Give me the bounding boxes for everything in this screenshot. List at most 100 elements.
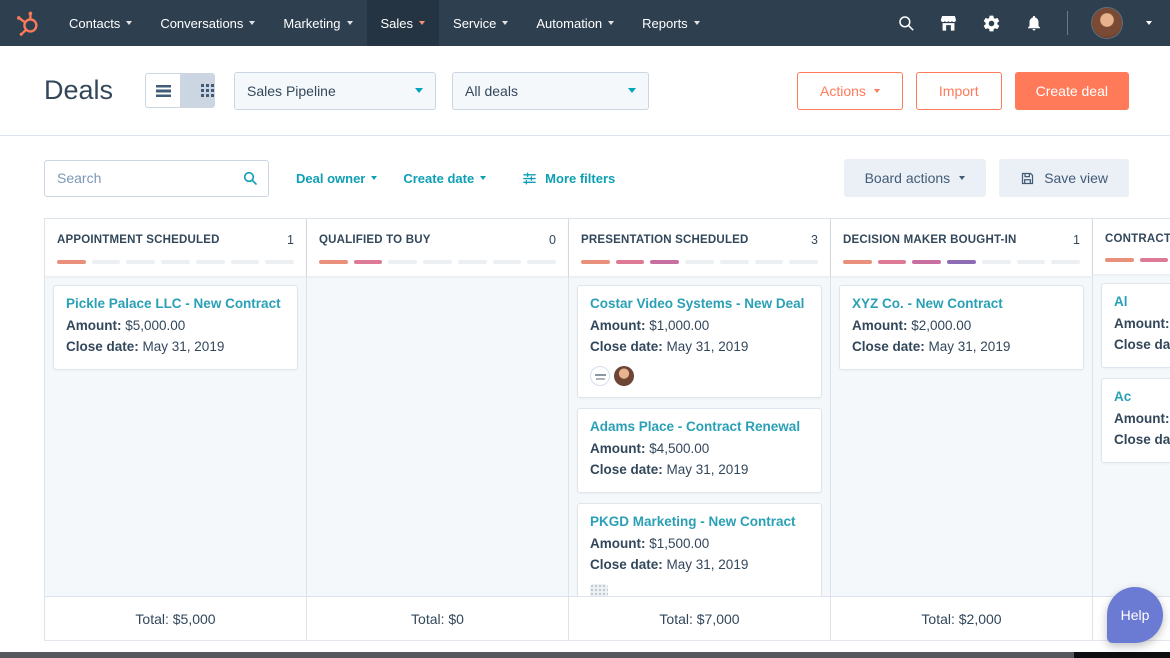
- horizontal-scrollbar[interactable]: [0, 652, 1170, 658]
- nav-item-marketing[interactable]: Marketing: [269, 0, 366, 46]
- grid-icon: [201, 84, 204, 87]
- create-date-filter-label: Create date: [403, 171, 474, 186]
- chevron-down-icon: [415, 88, 423, 93]
- deal-title-link[interactable]: Ac: [1114, 389, 1170, 404]
- stage-segment: [1105, 258, 1134, 262]
- deal-card[interactable]: Pickle Palace LLC - New Contract Amount: …: [53, 285, 298, 370]
- deal-card[interactable]: PKGD Marketing - New ContractAmount: $1,…: [577, 503, 822, 596]
- search-icon: [242, 170, 258, 186]
- close-date-label: Close date:: [852, 339, 925, 354]
- nav-item-label: Reports: [642, 16, 688, 31]
- view-toggle: [145, 73, 215, 108]
- user-avatar[interactable]: [1092, 8, 1122, 38]
- import-button[interactable]: Import: [916, 72, 1002, 110]
- column-title-row: DECISION MAKER BOUGHT-IN1: [843, 233, 1080, 247]
- board-actions-button[interactable]: Board actions: [844, 159, 987, 197]
- top-navigation: Contacts Conversations Marketing SalesServi…: [0, 0, 1170, 46]
- deals-view-select[interactable]: All deals: [452, 72, 649, 110]
- amount-label: Amount:: [590, 441, 645, 456]
- nav-utility-area: [897, 8, 1152, 38]
- pipeline-select[interactable]: Sales Pipeline: [234, 72, 436, 110]
- search-icon[interactable]: [897, 14, 915, 32]
- close-date-label: Close date:: [590, 557, 663, 572]
- deal-title-link[interactable]: Costar Video Systems - New Deal: [590, 296, 809, 311]
- settings-icon[interactable]: [982, 14, 1001, 33]
- nav-item-label: Marketing: [283, 16, 340, 31]
- deal-board: APPOINTMENT SCHEDULED 1 Pickle Palace LLC …: [44, 218, 1170, 641]
- stage-progress: [581, 260, 818, 264]
- nav-item-label: Contacts: [69, 16, 120, 31]
- stage-segment: [319, 260, 348, 264]
- nav-item-conversations[interactable]: Conversations: [146, 0, 269, 46]
- deal-amount-line: Amount:: [1114, 314, 1170, 335]
- amount-label: Amount:: [590, 536, 645, 551]
- deal-close-date-line: Close date: May 31, 2019: [66, 337, 285, 358]
- search-input[interactable]: [57, 170, 242, 186]
- stage-segment: [1051, 260, 1080, 264]
- bottom-bar-dark-segment: [1074, 652, 1170, 658]
- nav-item-automation[interactable]: Automation: [522, 0, 628, 46]
- column-header: CONTRACT SENT: [1093, 219, 1170, 274]
- chevron-down-icon: [126, 21, 132, 25]
- hubspot-logo[interactable]: [14, 10, 41, 37]
- deal-title-link[interactable]: XYZ Co. - New Contract: [852, 296, 1071, 311]
- column-cards: [307, 276, 568, 596]
- stage-segment: [720, 260, 749, 264]
- nav-item-contacts[interactable]: Contacts: [55, 0, 146, 46]
- card-avatars: [590, 584, 809, 596]
- column-name: QUALIFIED TO BUY: [319, 234, 431, 246]
- deal-close-date-line: Close date: May 31, 2019: [590, 337, 809, 358]
- primary-nav: Contacts Conversations Marketing SalesServi…: [55, 0, 714, 46]
- amount-label: Amount:: [852, 318, 907, 333]
- deal-title-link[interactable]: PKGD Marketing - New Contract: [590, 514, 809, 529]
- chevron-down-icon: [419, 21, 425, 25]
- deal-title-link[interactable]: Pickle Palace LLC - New Contract: [66, 296, 285, 311]
- page-header: Deals Sales Pipeline All deals Actions I…: [0, 46, 1170, 136]
- chevron-down-icon[interactable]: [1146, 21, 1152, 25]
- column-cards: AlAmount: Close date: AcAmount: Close da…: [1093, 274, 1170, 596]
- chevron-down-icon: [959, 176, 965, 180]
- chevron-down-icon: [480, 176, 486, 180]
- close-date-label: Close date:: [590, 462, 663, 477]
- deal-card[interactable]: Costar Video Systems - New Deal Amount: $…: [577, 285, 822, 398]
- column-name: CONTRACT SENT: [1105, 233, 1170, 245]
- deal-card[interactable]: XYZ Co. - New ContractAmount: $2,000.00C…: [839, 285, 1084, 370]
- deal-owner-filter[interactable]: Deal owner: [296, 171, 377, 186]
- create-date-filter[interactable]: Create date: [403, 171, 486, 186]
- create-deal-button[interactable]: Create deal: [1015, 72, 1129, 110]
- column-total: Total: $0: [307, 596, 568, 640]
- nav-item-sales[interactable]: Sales: [367, 0, 440, 46]
- column-count: 1: [1073, 233, 1080, 247]
- contact-avatar: [614, 366, 634, 386]
- notifications-icon[interactable]: [1025, 14, 1043, 32]
- company-logo-avatar: [590, 366, 610, 386]
- more-filters-button[interactable]: More filters: [522, 171, 615, 186]
- deal-card[interactable]: AcAmount: Close date:: [1101, 378, 1170, 463]
- stage-segment: [231, 260, 260, 264]
- nav-item-reports[interactable]: Reports: [628, 0, 714, 46]
- amount-label: Amount:: [1114, 316, 1169, 331]
- pipeline-column-decision-maker-bought-in: DECISION MAKER BOUGHT-IN1 XYZ Co. - New C…: [831, 219, 1093, 640]
- column-total: Total: $7,000: [569, 596, 830, 640]
- stage-segment: [126, 260, 155, 264]
- help-button[interactable]: Help: [1107, 587, 1163, 643]
- chevron-down-icon: [628, 88, 636, 93]
- nav-item-service[interactable]: Service: [439, 0, 522, 46]
- board-view-button[interactable]: [180, 73, 215, 108]
- deal-amount-line: Amount: $4,500.00: [590, 439, 809, 460]
- deal-title-link[interactable]: Adams Place - Contract Renewal: [590, 419, 809, 434]
- column-name: APPOINTMENT SCHEDULED: [57, 234, 220, 246]
- marketplace-icon[interactable]: [939, 14, 958, 33]
- deal-amount-line: Amount: $5,000.00: [66, 316, 285, 337]
- save-icon: [1020, 171, 1035, 186]
- list-view-button[interactable]: [145, 73, 180, 108]
- save-view-button[interactable]: Save view: [999, 159, 1129, 197]
- actions-button[interactable]: Actions: [797, 72, 903, 110]
- deal-amount-line: Amount: $1,000.00: [590, 316, 809, 337]
- save-view-label: Save view: [1044, 170, 1108, 186]
- more-filters-label: More filters: [545, 171, 615, 186]
- nav-divider: [1067, 11, 1068, 35]
- deal-card[interactable]: Adams Place - Contract Renewal Amount: $4…: [577, 408, 822, 493]
- deal-title-link[interactable]: Al: [1114, 294, 1170, 309]
- deal-card[interactable]: AlAmount: Close date:: [1101, 283, 1170, 368]
